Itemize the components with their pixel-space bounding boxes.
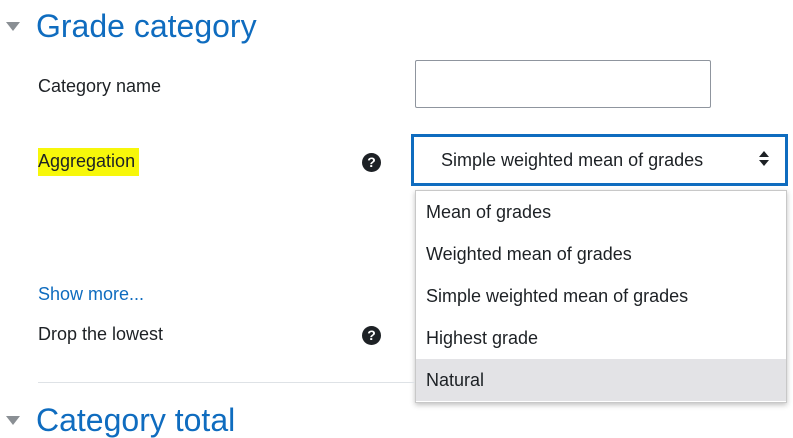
caret-down-icon[interactable]	[6, 415, 20, 425]
aggregation-option-natural[interactable]: Natural	[416, 359, 786, 401]
aggregation-option-highest-grade[interactable]: Highest grade	[416, 317, 786, 359]
category-name-label: Category name	[38, 76, 162, 96]
aggregation-option-simple-weighted-mean[interactable]: Simple weighted mean of grades	[416, 275, 786, 317]
aggregation-select[interactable]: Simple weighted mean of grades	[411, 134, 788, 186]
category-total-header[interactable]: Category total	[0, 404, 235, 436]
drop-lowest-label: Drop the lowest	[38, 324, 164, 344]
grade-category-header[interactable]: Grade category	[0, 10, 257, 42]
aggregation-label-text: Aggregation	[38, 148, 140, 176]
grade-category-title: Grade category	[36, 8, 257, 44]
category-total-title: Category total	[36, 402, 236, 438]
grade-category-form: Grade category Category name Aggregation…	[0, 0, 793, 438]
caret-down-icon[interactable]	[6, 21, 20, 31]
aggregation-options-list: Mean of grades Weighted mean of grades S…	[415, 190, 787, 403]
aggregation-label: Aggregation	[38, 148, 140, 176]
aggregation-option-mean[interactable]: Mean of grades	[416, 191, 786, 233]
aggregation-selected-value: Simple weighted mean of grades	[441, 149, 704, 170]
show-more-link[interactable]: Show more...	[38, 284, 144, 305]
question-circle-icon[interactable]: ?	[362, 326, 381, 345]
aggregation-option-weighted-mean[interactable]: Weighted mean of grades	[416, 233, 786, 275]
sort-arrows-icon	[759, 149, 769, 169]
section-divider	[38, 382, 415, 383]
category-name-input[interactable]	[415, 60, 711, 108]
question-circle-icon[interactable]: ?	[362, 153, 381, 172]
